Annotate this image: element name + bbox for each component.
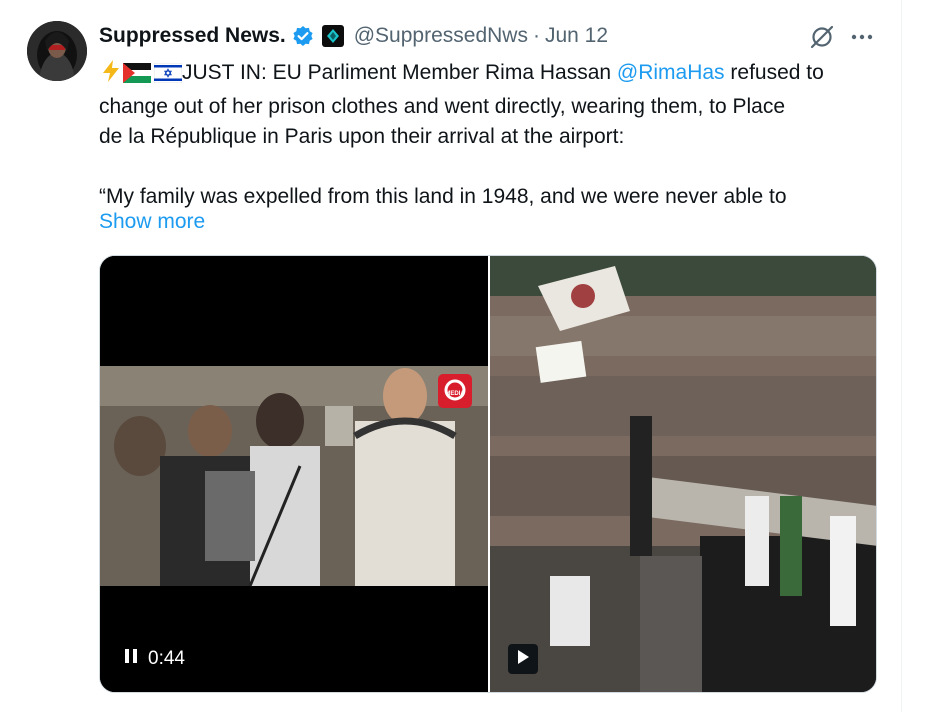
mention-link[interactable]: @RimaHas	[617, 61, 725, 84]
display-name[interactable]: Suppressed News.	[99, 24, 286, 48]
grok-icon[interactable]	[809, 24, 835, 50]
tweet-text-line2: change out of her prison clothes and wen…	[99, 95, 785, 118]
avatar[interactable]	[27, 21, 87, 81]
timeline-border	[901, 0, 902, 712]
media-watermark: MEDIA	[445, 391, 465, 397]
video-pause-control[interactable]: 0:44	[124, 648, 185, 670]
tweet-text: JUST IN: EU Parliment Member Rima Hassan…	[99, 58, 889, 212]
timestamp[interactable]: Jun 12	[545, 24, 608, 48]
media-container: MEDIA 0:44	[99, 255, 877, 693]
handle[interactable]: @SuppressedNws	[354, 24, 528, 48]
tweet-text-blank	[99, 152, 889, 182]
show-more-link[interactable]: Show more	[99, 207, 205, 237]
more-icon[interactable]	[849, 25, 875, 49]
palestine-flag-emoji	[123, 62, 151, 92]
pause-icon[interactable]	[124, 648, 138, 670]
tweet-header: Suppressed News. @SuppressedNws · Jun 12	[99, 22, 608, 50]
israel-flag-emoji	[153, 62, 183, 92]
tweet-text-line3: de la République in Paris upon their arr…	[99, 125, 625, 148]
lightning-emoji	[99, 59, 123, 92]
video-right[interactable]	[490, 256, 876, 692]
video-left[interactable]: MEDIA 0:44	[100, 256, 488, 692]
affiliate-badge-icon[interactable]	[321, 25, 344, 47]
tweet-text-line1: JUST IN: EU Parliment Member Rima Hassan	[182, 61, 617, 84]
video-timestamp: 0:44	[148, 648, 185, 669]
tweet-text-line5: “My family was expelled from this land i…	[99, 185, 787, 208]
play-button[interactable]	[508, 644, 538, 674]
separator: ·	[532, 24, 540, 47]
tweet-text-line1-suffix: refused to	[724, 61, 824, 84]
play-icon[interactable]	[516, 649, 530, 670]
verified-badge-icon	[292, 25, 314, 47]
